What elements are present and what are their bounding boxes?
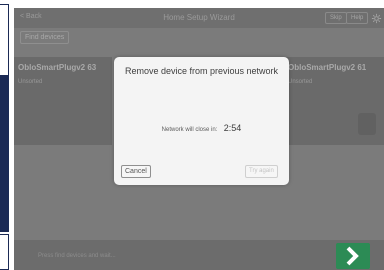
dialog-title: Remove device from previous network xyxy=(124,66,279,76)
status-hint: Press find devices and wait... xyxy=(38,253,116,259)
device-status: Unsorted xyxy=(18,79,43,85)
background-frame-top xyxy=(0,4,9,76)
device-thumbnail xyxy=(358,113,376,135)
chevron-right-icon xyxy=(346,246,359,266)
device-card[interactable]: ObloSmartPlugv2 61 Unsorted xyxy=(284,57,384,145)
countdown: Network will close in: 2:54 xyxy=(114,118,289,136)
remove-device-dialog: Remove device from previous network Netw… xyxy=(114,57,289,185)
device-name: ObloSmartPlugv2 63 xyxy=(18,63,97,72)
device-name: ObloSmartPlugv2 61 xyxy=(288,63,367,72)
app-window: < Back Home Setup Wizard Skip Help Find … xyxy=(14,8,384,270)
footer-bar: Press find devices and wait... xyxy=(14,240,384,270)
skip-button[interactable]: Skip xyxy=(325,12,347,24)
cancel-button[interactable]: Cancel xyxy=(121,165,151,178)
background-window-edge xyxy=(0,0,10,270)
gear-icon[interactable] xyxy=(371,11,382,24)
device-card[interactable]: ObloSmartPlugv2 63 Unsorted xyxy=(14,57,112,145)
help-button[interactable]: Help xyxy=(346,12,369,24)
try-again-button[interactable]: Try again xyxy=(245,165,278,178)
find-devices-button[interactable]: Find devices xyxy=(20,31,70,44)
next-button[interactable] xyxy=(336,243,370,269)
header-bar: < Back Home Setup Wizard Skip Help xyxy=(14,8,384,28)
background-frame-bottom xyxy=(0,234,9,270)
countdown-label: Network will close in: xyxy=(161,127,218,133)
background-sidebar xyxy=(0,76,9,232)
countdown-value: 2:54 xyxy=(223,123,242,133)
device-status: Unsorted xyxy=(288,79,313,85)
